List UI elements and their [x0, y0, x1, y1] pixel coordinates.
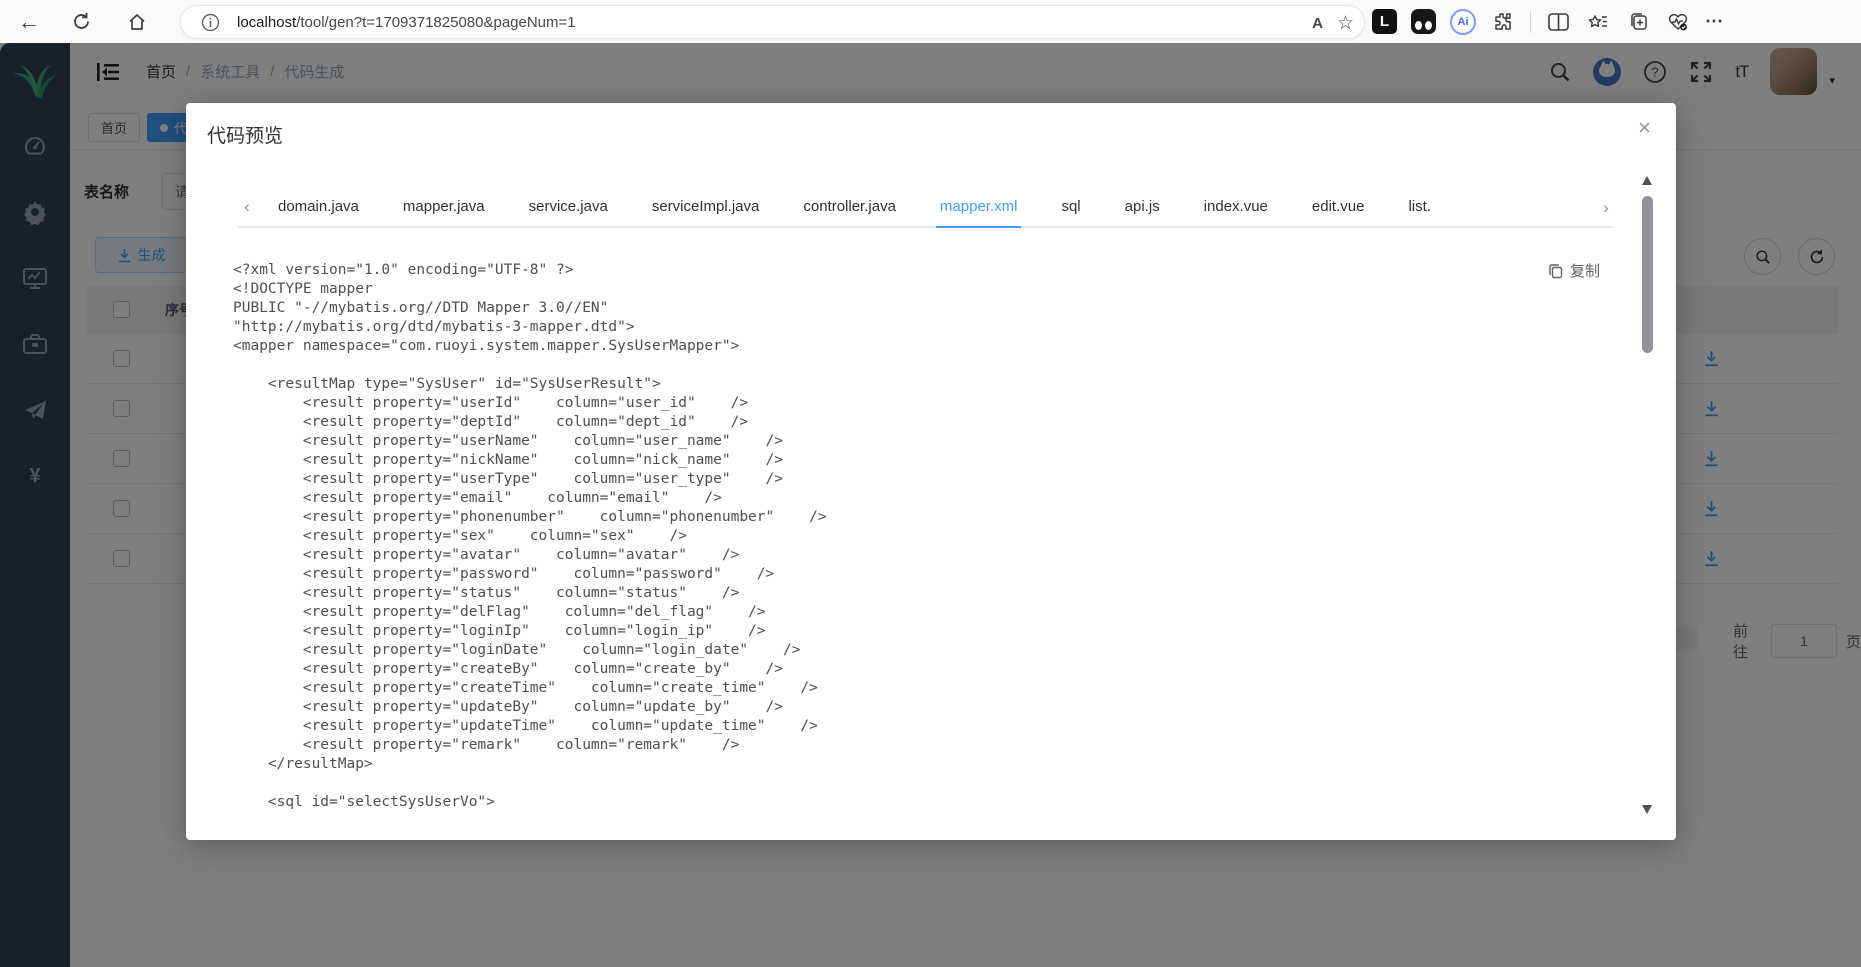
tab-index-vue[interactable]: index.vue — [1182, 188, 1290, 226]
scroll-down-icon[interactable] — [1642, 805, 1652, 814]
screen: ← localhost/tool/gen?t=1709371825080&pag… — [0, 0, 1861, 967]
browser-essentials-icon[interactable] — [1665, 9, 1691, 35]
tab-domain-java[interactable]: domain.java — [256, 188, 381, 226]
close-icon[interactable]: × — [1638, 117, 1651, 139]
collections-icon[interactable] — [1625, 9, 1651, 35]
dialog-title: 代码预览 — [207, 126, 284, 147]
tab-edit-vue[interactable]: edit.vue — [1290, 188, 1387, 226]
split-screen-icon[interactable] — [1545, 9, 1571, 35]
refresh-icon[interactable] — [64, 5, 98, 39]
scrollbar — [1642, 172, 1653, 816]
chevron-left-icon[interactable]: ‹ — [238, 197, 256, 217]
extension-l-icon[interactable]: L — [1372, 9, 1397, 34]
scrollbar-thumb[interactable] — [1642, 196, 1653, 353]
code-content: <?xml version="1.0" encoding="UTF-8" ?> … — [233, 262, 827, 810]
tab-controller-java[interactable]: controller.java — [781, 188, 918, 226]
read-aloud-icon[interactable]: A — [1312, 15, 1323, 32]
info-icon[interactable] — [193, 5, 227, 39]
star-icon[interactable]: ☆ — [1337, 12, 1354, 35]
chevron-right-icon[interactable]: › — [1597, 188, 1615, 228]
url-path: /tool/gen?t=1709371825080&pageNum=1 — [296, 13, 576, 31]
extensions-puzzle-icon[interactable] — [1490, 9, 1516, 35]
tab-service-java[interactable]: service.java — [507, 188, 630, 226]
url-host: localhost — [237, 13, 297, 31]
back-icon[interactable]: ← — [12, 5, 46, 39]
code-preview-dialog: 代码预览 × ‹ domain.java mapper.java service… — [186, 103, 1676, 840]
home-icon[interactable] — [120, 5, 154, 39]
tab-mapper-xml[interactable]: mapper.xml — [918, 188, 1040, 228]
browser-toolbar: ← localhost/tool/gen?t=1709371825080&pag… — [0, 0, 1861, 43]
address-bar[interactable]: localhost/tool/gen?t=1709371825080&pageN… — [180, 5, 1365, 39]
tab-api-js[interactable]: api.js — [1103, 188, 1182, 226]
toolbar-divider — [1530, 10, 1531, 33]
tab-mapper-java[interactable]: mapper.java — [381, 188, 507, 226]
extension-ai-icon[interactable]: Ai — [1450, 8, 1476, 35]
tab-sql[interactable]: sql — [1039, 188, 1102, 226]
scroll-up-icon[interactable] — [1642, 176, 1652, 185]
code-tabs: ‹ domain.java mapper.java service.java s… — [238, 188, 1613, 228]
tab-serviceimpl-java[interactable]: serviceImpl.java — [630, 188, 782, 226]
tab-list-vue[interactable]: list. — [1386, 188, 1435, 226]
url-text[interactable]: localhost/tool/gen?t=1709371825080&pageN… — [237, 14, 576, 31]
favorites-icon[interactable] — [1585, 9, 1611, 35]
more-icon[interactable]: ⋯ — [1705, 11, 1725, 32]
copy-label: 复制 — [1569, 263, 1600, 280]
extension-strip: L Ai ⋯ — [1372, 0, 1725, 43]
extension-dots-icon[interactable] — [1411, 9, 1436, 34]
